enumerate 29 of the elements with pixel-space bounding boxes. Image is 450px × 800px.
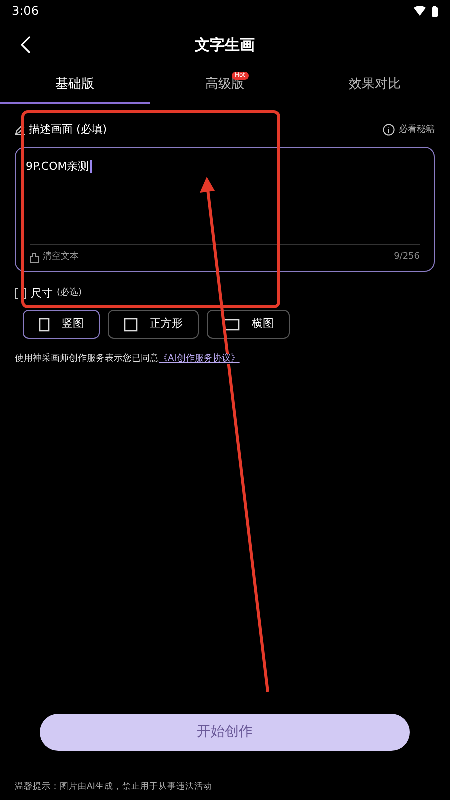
start-create-button[interactable]: 开始创作: [40, 714, 410, 752]
prompt-label: 描述画面 (必填): [29, 122, 108, 138]
tab[interactable]: 基础版: [0, 68, 150, 104]
info-icon: [383, 124, 395, 136]
frame-icon: [223, 318, 240, 330]
pen-icon: [15, 125, 25, 136]
status-time: 3:06: [12, 3, 39, 20]
prompt-textarea[interactable]: 9P.COM亲测 清空文本 9/256: [15, 146, 435, 272]
size-label: 尺寸: [31, 286, 53, 302]
tips-link[interactable]: 必看秘籍: [383, 124, 435, 137]
prompt-text: 9P.COM亲测: [26, 160, 92, 172]
battery-icon: [432, 6, 438, 16]
frame-icon: [39, 318, 50, 332]
back-icon: [21, 36, 31, 54]
size-option[interactable]: 正方形: [108, 310, 199, 339]
frame-icon: [124, 318, 138, 332]
page-title: 文字生画: [195, 34, 255, 56]
size-option[interactable]: 竖图: [23, 310, 100, 339]
agreement-link[interactable]: 《AI创作服务协议》: [159, 354, 240, 364]
tab[interactable]: 效果对比: [300, 68, 450, 104]
brush-icon: [30, 252, 39, 262]
size-hint: (必选): [57, 287, 82, 300]
size-icon: [15, 288, 27, 300]
clear-text-button[interactable]: 清空文本: [30, 250, 79, 264]
wifi-icon: [414, 6, 426, 16]
agreement-text: 使用神采画师创作服务表示您已同意: [15, 354, 159, 364]
footer-notice: 温馨提示：图片由AI生成，禁止用于从事违法活动: [14, 781, 214, 794]
char-counter: 9/256: [394, 250, 420, 264]
size-option[interactable]: 横图: [207, 310, 290, 339]
